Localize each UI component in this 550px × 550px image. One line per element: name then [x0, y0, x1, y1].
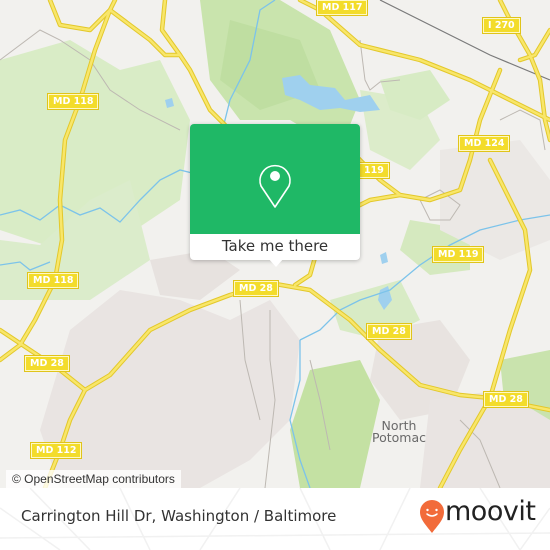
location-popup: Take me there [190, 124, 360, 267]
take-me-there-button[interactable]: Take me there [190, 234, 360, 260]
road-shield-md124: MD 124 [457, 135, 511, 152]
map-view[interactable]: MD 117 I 270 MD 118 MD 118 MD 124 119 MD… [0, 0, 550, 488]
road-shield-md28: MD 28 [483, 391, 529, 408]
place-label-line: Potomac [372, 430, 426, 445]
footer-bar: Carrington Hill Dr, Washington / Baltimo… [0, 488, 550, 550]
place-label-north-potomac: North Potomac [372, 419, 426, 445]
road-shield-md119: 119 [358, 162, 390, 179]
moovit-pin-icon [420, 500, 444, 533]
map-attribution[interactable]: © OpenStreetMap contributors [6, 470, 181, 488]
road-shield-md119: MD 119 [431, 246, 485, 263]
popup-header [190, 124, 360, 234]
railway [379, 0, 550, 81]
moovit-wordmark: moovit [445, 496, 536, 527]
road-shield-md28: MD 28 [366, 323, 412, 340]
location-title: Carrington Hill Dr, Washington / Baltimo… [21, 507, 337, 525]
road-shield-md118: MD 118 [46, 93, 100, 110]
map-pin-icon [259, 164, 291, 208]
road-shield-i270: I 270 [482, 17, 521, 34]
road-shield-md118: MD 118 [26, 272, 80, 289]
road-shield-md112: MD 112 [29, 442, 83, 459]
road-shield-md117: MD 117 [315, 0, 369, 16]
road-shield-md28: MD 28 [233, 280, 279, 297]
popup-pointer [268, 258, 284, 267]
road-shield-md28: MD 28 [24, 355, 70, 372]
